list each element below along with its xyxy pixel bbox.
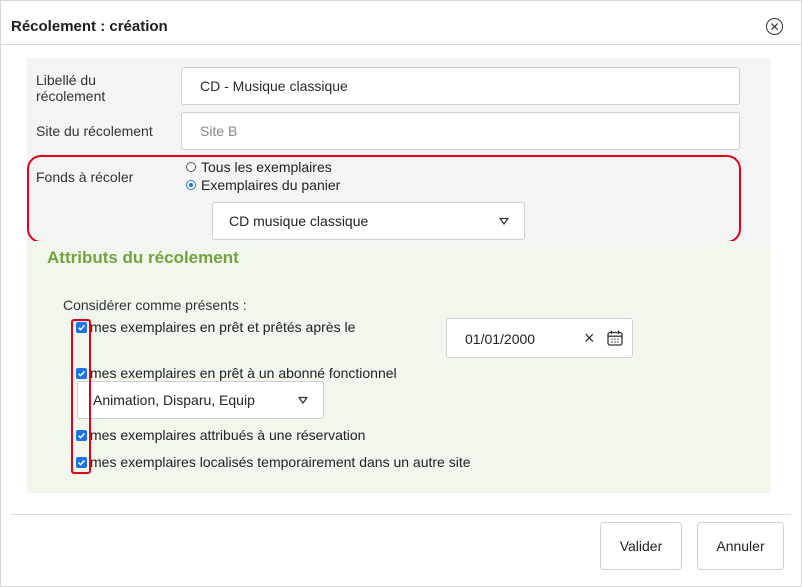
dialog-header: Récolement : création ✕ [1, 1, 801, 45]
footer-divider [11, 514, 791, 515]
site-label: Site du récolement [36, 123, 153, 139]
date-input[interactable]: 01/01/2000 × [446, 318, 633, 358]
abonne-select-value: Animation, Disparu, Equip [93, 392, 255, 408]
checkbox-checked[interactable] [76, 456, 87, 468]
recolement-dialog: Récolement : création ✕ Libellé du récol… [0, 0, 802, 587]
dialog-title: Récolement : création [11, 18, 168, 35]
checkbox-checked[interactable] [76, 321, 87, 333]
date-value: 01/01/2000 [465, 331, 536, 347]
radio-tous-exemplaires[interactable]: Tous les exemplaires [186, 159, 332, 175]
cancel-button[interactable]: Annuler [697, 522, 784, 570]
radio-label: Tous les exemplaires [201, 159, 332, 175]
check-abonne-fonctionnel[interactable]: mes exemplaires en prêt à un abonné fonc… [76, 365, 397, 381]
panier-select-value: CD musique classique [229, 213, 369, 229]
libelle-label: Libellé du récolement [36, 72, 106, 104]
calendar-icon[interactable] [606, 329, 624, 347]
libelle-input[interactable]: CD - Musique classique [181, 67, 740, 105]
check-label: mes exemplaires attribués à une réservat… [90, 427, 366, 443]
fonds-label: Fonds à récoler [36, 169, 134, 185]
checkbox-checked[interactable] [76, 429, 87, 441]
check-reservation[interactable]: mes exemplaires attribués à une réservat… [76, 427, 365, 443]
attributes-section-title: Attributs du récolement [47, 248, 239, 267]
site-input[interactable]: Site B [181, 112, 740, 150]
check-pret-apres[interactable]: mes exemplaires en prêt et prêtés après … [76, 319, 355, 335]
clear-icon[interactable]: × [584, 328, 595, 349]
radio-button-checked[interactable] [186, 180, 196, 190]
check-label: mes exemplaires en prêt et prêtés après … [90, 319, 356, 335]
check-label: mes exemplaires localisés temporairement… [90, 454, 471, 470]
attributes-subtitle: Considérer comme présents : [63, 297, 247, 313]
validate-button[interactable]: Valider [600, 522, 682, 570]
radio-button[interactable] [186, 162, 196, 172]
check-label: mes exemplaires en prêt à un abonné fonc… [90, 365, 397, 381]
checkbox-checked[interactable] [76, 367, 87, 379]
check-autre-site[interactable]: mes exemplaires localisés temporairement… [76, 454, 471, 470]
chevron-down-icon [499, 217, 509, 225]
radio-exemplaires-panier[interactable]: Exemplaires du panier [186, 177, 340, 193]
close-icon[interactable]: ✕ [766, 18, 783, 35]
chevron-down-icon [298, 396, 308, 404]
abonne-select[interactable]: Animation, Disparu, Equip [77, 381, 324, 419]
panier-select[interactable]: CD musique classique [212, 202, 525, 240]
radio-label: Exemplaires du panier [201, 177, 341, 193]
